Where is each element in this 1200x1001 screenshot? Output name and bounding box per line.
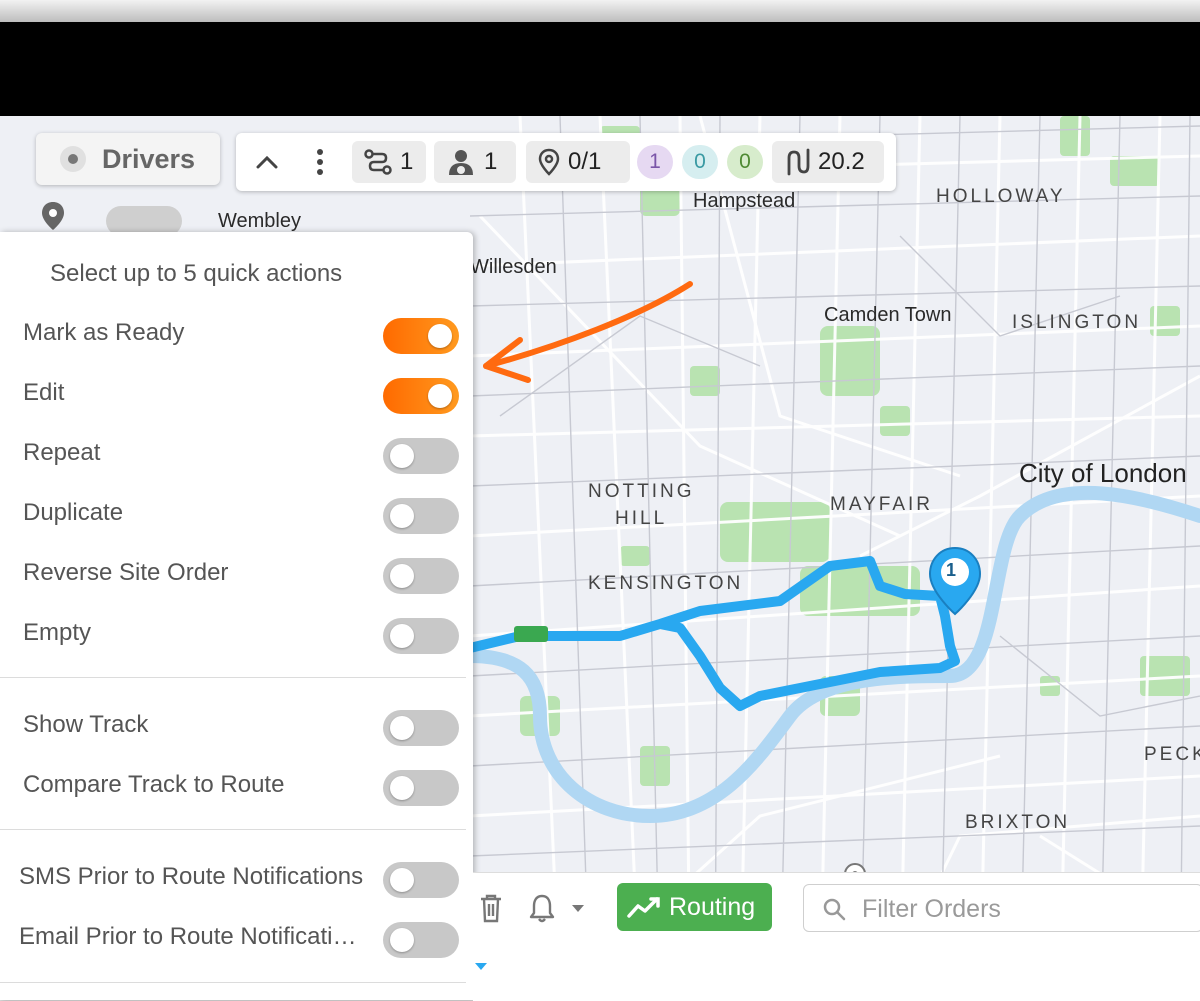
location-pin-icon xyxy=(538,148,560,176)
routes-count-stat[interactable]: 1 xyxy=(352,141,426,183)
map-label-notting: NOTTING xyxy=(588,481,695,502)
reverse-site-order-toggle[interactable] xyxy=(383,558,459,594)
quick-action-label: Edit xyxy=(23,379,65,406)
map-label-peckham: PECK xyxy=(1144,744,1200,765)
dropdown-caret-icon[interactable] xyxy=(475,963,487,971)
chevron-down-icon[interactable] xyxy=(572,905,584,913)
divider xyxy=(0,677,466,678)
panel-heading: Select up to 5 quick actions xyxy=(50,260,343,287)
stops-count: 0/1 xyxy=(568,148,602,175)
search-icon xyxy=(823,898,846,921)
compare-track-toggle[interactable] xyxy=(383,770,459,806)
quick-action-row-mark-as-ready[interactable]: Mark as Ready xyxy=(0,305,473,365)
map-label-holloway: HOLLOWAY xyxy=(936,186,1066,207)
status-pill-teal[interactable]: 0 xyxy=(682,145,718,179)
chevron-up-icon[interactable] xyxy=(256,155,278,169)
map-pin-icon xyxy=(42,202,64,230)
quick-action-label: Email Prior to Route Notifications xyxy=(19,923,365,950)
quick-action-row-show-track[interactable]: Show Track xyxy=(0,697,473,757)
quick-action-label: Show Track xyxy=(23,711,149,738)
map-label-hampstead: Hampstead xyxy=(693,190,796,212)
map-label-willesden: Willesden xyxy=(470,256,557,278)
distance-icon xyxy=(787,148,810,176)
sms-notifications-toggle[interactable] xyxy=(383,862,459,898)
repeat-toggle[interactable] xyxy=(383,438,459,474)
map-label-camden: Camden Town xyxy=(824,304,952,326)
drivers-radio-icon[interactable] xyxy=(60,146,86,172)
quick-action-row-sms-notifications[interactable]: SMS Prior to Route Notifications xyxy=(0,849,473,909)
trend-chart-icon xyxy=(627,897,660,918)
driver-icon xyxy=(449,150,473,175)
route-icon xyxy=(364,149,392,175)
map-label-brixton: BRIXTON xyxy=(965,812,1071,833)
routes-count: 1 xyxy=(400,148,414,175)
route-stats-bar: 1 1 0/1 1 0 0 20.2 xyxy=(236,133,896,191)
black-header-band xyxy=(0,22,1200,116)
email-notifications-toggle[interactable] xyxy=(383,922,459,958)
divider xyxy=(0,829,466,830)
filter-orders-input[interactable] xyxy=(860,891,1184,927)
quick-actions-panel: Select up to 5 quick actions Mark as Rea… xyxy=(0,232,473,1000)
status-pill-purple[interactable]: 1 xyxy=(637,145,673,179)
stops-count-stat[interactable]: 0/1 xyxy=(526,141,630,183)
distance-value: 20.2 xyxy=(818,148,865,175)
edit-toggle[interactable] xyxy=(383,378,459,414)
marker-number: 1 xyxy=(946,560,957,580)
quick-action-label: SMS Prior to Route Notifications xyxy=(19,863,364,890)
quick-action-row-reverse-site-order[interactable]: Reverse Site Order xyxy=(0,545,473,605)
quick-action-row-empty[interactable]: Empty xyxy=(0,605,473,665)
filter-orders-field[interactable] xyxy=(803,884,1200,932)
quick-action-label: Reverse Site Order xyxy=(23,559,229,586)
distance-stat[interactable]: 20.2 xyxy=(772,141,884,183)
duplicate-toggle[interactable] xyxy=(383,498,459,534)
routing-label: Routing xyxy=(669,892,756,921)
quick-action-row-repeat[interactable]: Repeat xyxy=(0,425,473,485)
status-pill-green[interactable]: 0 xyxy=(727,145,763,179)
map-label-wembley: Wembley xyxy=(218,210,301,232)
quick-action-row-edit[interactable]: Edit xyxy=(0,365,473,425)
drivers-count: 1 xyxy=(484,148,498,175)
window-top-edge xyxy=(0,0,1200,22)
map-label-islington: ISLINGTON xyxy=(1012,312,1142,333)
drivers-selector[interactable]: Drivers xyxy=(36,133,220,185)
mark-as-ready-toggle[interactable] xyxy=(383,318,459,354)
drivers-title: Drivers xyxy=(102,143,196,174)
quick-action-row-duplicate[interactable]: Duplicate xyxy=(0,485,473,545)
drivers-count-stat[interactable]: 1 xyxy=(434,141,516,183)
empty-toggle[interactable] xyxy=(383,618,459,654)
quick-action-label: Mark as Ready xyxy=(23,319,185,346)
quick-action-row-compare-track[interactable]: Compare Track to Route xyxy=(0,757,473,817)
trash-icon[interactable] xyxy=(479,893,503,923)
map-label-city-of-london: City of London xyxy=(1019,458,1187,488)
more-vertical-icon[interactable] xyxy=(316,149,324,175)
quick-action-label: Compare Track to Route xyxy=(23,771,285,798)
map-label-hill: HILL xyxy=(615,508,668,529)
bell-icon[interactable] xyxy=(528,893,556,923)
quick-action-label: Empty xyxy=(23,619,92,646)
map-label-kensington: KENSINGTON xyxy=(588,573,744,594)
routing-button[interactable]: Routing xyxy=(617,883,772,931)
quick-action-row-email-notifications[interactable]: Email Prior to Route Notifications xyxy=(0,909,473,969)
divider xyxy=(0,982,466,983)
map-label-mayfair: MAYFAIR xyxy=(830,494,933,515)
quick-action-label: Repeat xyxy=(23,439,101,466)
quick-action-label: Duplicate xyxy=(23,499,124,526)
show-track-toggle[interactable] xyxy=(383,710,459,746)
